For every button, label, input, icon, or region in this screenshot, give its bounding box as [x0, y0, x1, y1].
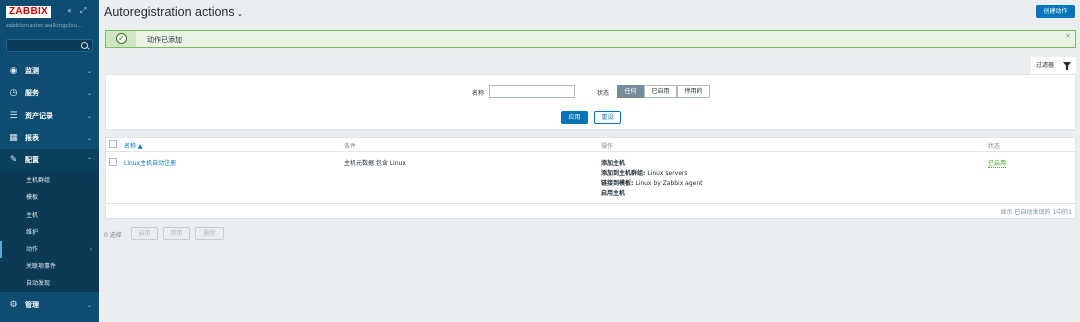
- chevron-up-icon: ⌃: [86, 156, 92, 164]
- server-name: zabbixmaster.walkingclou...: [6, 23, 83, 29]
- collapse-sidebar-icon[interactable]: «: [67, 6, 72, 15]
- reset-button[interactable]: 重设: [594, 111, 621, 124]
- table-footer-count: 显示 已自动发现的 1中的1: [1000, 209, 1072, 216]
- create-action-button[interactable]: 创建动作: [1036, 5, 1075, 18]
- operation-line: 链接到模板: Linux by Zabbix agent: [601, 178, 703, 187]
- list-icon: ☰: [9, 110, 18, 121]
- eye-icon: ◉: [9, 65, 18, 76]
- submenu-templates[interactable]: 模板: [0, 189, 99, 206]
- message-icon-box: ✓: [106, 31, 136, 47]
- operation-detail: Linux servers: [645, 170, 688, 177]
- sidebar-search-input[interactable]: [6, 39, 93, 52]
- menu-label: 监测: [25, 67, 39, 75]
- filter-icon: [1063, 62, 1071, 70]
- menu-inventory[interactable]: ☰ 资产记录 ⌄: [0, 105, 99, 127]
- operation-detail: Linux by Zabbix agent: [633, 180, 703, 187]
- chevron-down-icon: ⌄: [236, 9, 244, 18]
- page-title[interactable]: Autoregistration actions ⌄: [104, 5, 243, 19]
- status-toggle-link[interactable]: 已启用: [988, 158, 1007, 168]
- kiosk-mode-icon[interactable]: ⤢: [80, 6, 86, 16]
- column-name-header[interactable]: 名称 ▲: [124, 141, 143, 150]
- menu-services[interactable]: ◷ 服务 ⌄: [0, 82, 99, 104]
- success-message: ✓ 动作已添加 ×: [105, 30, 1076, 48]
- chevron-down-icon: ⌄: [86, 301, 92, 309]
- chevron-down-icon: ⌄: [86, 67, 92, 75]
- submenu-label: 动作: [26, 246, 39, 253]
- submenu-actions[interactable]: 动作 ›: [0, 241, 99, 258]
- close-icon[interactable]: ×: [1065, 32, 1071, 40]
- menu-label: 资产记录: [25, 112, 53, 120]
- column-conditions-header: 条件: [344, 143, 357, 150]
- operation-bold: 添加主机: [601, 160, 626, 167]
- operation-line: 添加主机: [601, 158, 625, 167]
- chevron-down-icon: ⌄: [86, 112, 92, 120]
- operation-line: 启用主机: [601, 188, 625, 197]
- mass-enable-button[interactable]: 启用: [131, 227, 158, 240]
- clock-icon: ◷: [9, 87, 18, 98]
- submenu-host-groups[interactable]: 主机群组: [0, 172, 99, 189]
- bar-chart-icon: ▦: [9, 132, 18, 143]
- row-divider: [105, 203, 1076, 204]
- apply-button[interactable]: 应用: [561, 111, 588, 124]
- gear-icon: ⚙: [9, 299, 18, 310]
- status-option-disabled[interactable]: 停用的: [677, 85, 710, 98]
- submenu-discovery[interactable]: 自动发现: [0, 275, 99, 292]
- submenu-hosts[interactable]: 主机: [0, 207, 99, 224]
- menu-monitoring[interactable]: ◉ 监测 ⌄: [0, 60, 99, 82]
- filter-tab-label: 过滤器: [1036, 62, 1055, 69]
- name-filter-input[interactable]: [489, 85, 575, 98]
- sidebar: ZABBIX « ⤢ zabbixmaster.walkingclou... ◉…: [0, 0, 99, 322]
- menu-label: 配置: [25, 156, 39, 164]
- mass-disable-button[interactable]: 禁用: [163, 227, 190, 240]
- actions-table: [105, 137, 1076, 219]
- filter-tab[interactable]: 过滤器: [1031, 57, 1076, 74]
- menu-configuration[interactable]: ✎ 配置 ⌃: [0, 149, 99, 171]
- column-operations-header: 操作: [601, 143, 614, 150]
- row-checkbox[interactable]: [109, 158, 117, 166]
- check-icon: ✓: [116, 33, 127, 44]
- search-icon[interactable]: [81, 42, 88, 49]
- chevron-down-icon: ⌄: [86, 89, 92, 97]
- status-option-any[interactable]: 任何: [617, 85, 644, 98]
- message-text: 动作已添加: [147, 36, 182, 44]
- filter-panel: [105, 74, 1076, 130]
- mass-delete-button[interactable]: 删除: [195, 227, 224, 240]
- status-label: 状态: [597, 90, 610, 97]
- operation-bold: 链接到模板:: [601, 180, 634, 187]
- operation-bold: 添加到主机群组:: [601, 170, 646, 177]
- chevron-right-icon: ›: [89, 246, 92, 253]
- configuration-submenu: 主机群组 模板 主机 维护 动作 › 关联项事件 自动发现: [0, 171, 99, 292]
- menu-label: 报表: [25, 134, 39, 142]
- zabbix-logo[interactable]: ZABBIX: [6, 6, 52, 18]
- submenu-maintenance[interactable]: 维护: [0, 224, 99, 241]
- menu-label: 服务: [25, 89, 39, 97]
- page-title-text: Autoregistration actions: [104, 5, 235, 19]
- operation-bold: 启用主机: [601, 190, 626, 197]
- chevron-down-icon: ⌄: [86, 134, 92, 142]
- status-option-enabled[interactable]: 已启用: [644, 85, 677, 98]
- action-condition: 主机元数据 包含 Linux: [344, 160, 406, 167]
- menu-label: 管理: [25, 301, 39, 309]
- action-name-link[interactable]: Linux主机自动注册: [124, 158, 176, 167]
- selected-count: 0 选择: [104, 232, 122, 239]
- header-divider: [105, 151, 1076, 152]
- submenu-event-correlation[interactable]: 关联项事件: [0, 258, 99, 275]
- select-all-checkbox[interactable]: [109, 140, 117, 148]
- column-status-header: 状态: [988, 143, 1001, 150]
- name-label: 名称: [472, 90, 485, 97]
- menu-administration[interactable]: ⚙ 管理 ⌄: [0, 294, 99, 316]
- wrench-icon: ✎: [9, 154, 18, 165]
- operation-line: 添加到主机群组: Linux servers: [601, 168, 688, 177]
- menu-reports[interactable]: ▦ 报表 ⌄: [0, 127, 99, 149]
